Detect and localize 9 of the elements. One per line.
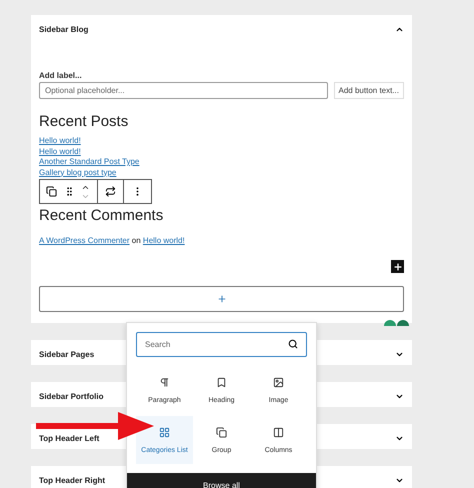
area-title: Sidebar Pages <box>39 350 94 359</box>
section-heading: Recent Posts <box>39 113 130 130</box>
field-label: Add label... <box>39 71 83 80</box>
area-title: Top Header Left <box>39 434 100 443</box>
area-title: Sidebar Portfolio <box>39 392 104 401</box>
connector-text: on <box>130 236 142 245</box>
area-title: Sidebar Blog <box>39 24 88 34</box>
section-heading: Recent Comments <box>39 207 164 224</box>
area-title: Top Header Right <box>39 476 106 485</box>
